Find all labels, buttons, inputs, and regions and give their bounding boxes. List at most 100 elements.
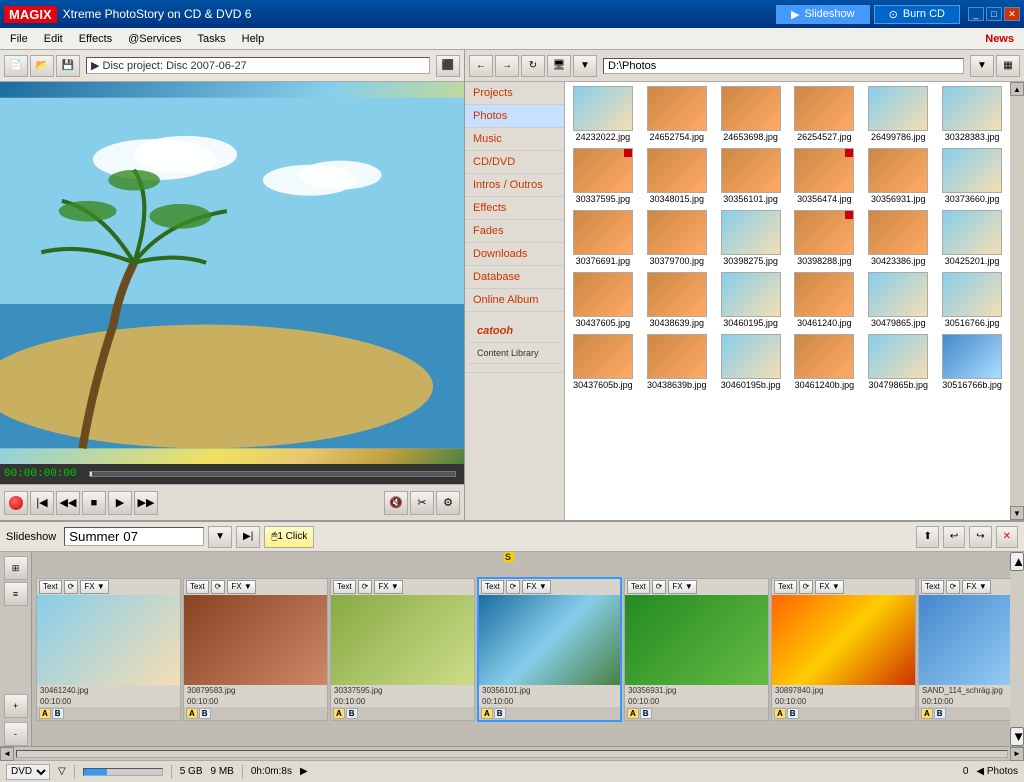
b-button[interactable]: B (52, 708, 64, 719)
category-downloads[interactable]: Downloads (465, 243, 564, 266)
file-item[interactable]: 24652754.jpg (641, 84, 713, 144)
browser-dropdown-button[interactable]: ▼ (573, 55, 597, 77)
save-button[interactable]: 💾 (56, 55, 80, 77)
file-item[interactable]: 30479865b.jpg (862, 332, 934, 392)
category-intros[interactable]: Intros / Outros (465, 174, 564, 197)
category-music[interactable]: Music (465, 128, 564, 151)
text-btn[interactable]: Text (774, 580, 797, 594)
file-item[interactable]: 30373660.jpg (936, 146, 1008, 206)
category-fades[interactable]: Fades (465, 220, 564, 243)
settings-button[interactable]: ⚙ (436, 491, 460, 515)
slideshow-name-input[interactable]: Summer 07 (64, 527, 204, 546)
path-bar[interactable]: D:\Photos (603, 58, 964, 74)
file-item[interactable]: 30376691.jpg (567, 208, 639, 268)
filmstrip-item[interactable]: Text ⟳ FX ▼ 30461240.jpg 00:10:00 A B (36, 578, 181, 721)
new-project-button[interactable]: 📄 (4, 55, 28, 77)
format-select[interactable]: DVD (6, 764, 50, 780)
close-button[interactable]: ✕ (1004, 7, 1020, 21)
scroll-up-button[interactable]: ▲ (1010, 82, 1024, 96)
oneclick-button[interactable]: 🖱 1 Click (264, 526, 314, 548)
rotate-btn[interactable]: ⟳ (946, 580, 961, 594)
browser-scrollbar[interactable]: ▲ ▼ (1010, 82, 1024, 520)
file-item[interactable]: 30425201.jpg (936, 208, 1008, 268)
fx-btn[interactable]: FX ▼ (962, 580, 990, 594)
a-button[interactable]: A (627, 708, 639, 719)
filmstrip-scroll-down[interactable]: ▼ (1010, 727, 1024, 746)
filmstrip-item[interactable]: Text ⟳ FX ▼ 30879583.jpg 00:10:00 A B (183, 578, 328, 721)
file-item[interactable]: 30438639b.jpg (641, 332, 713, 392)
filmstrip-scrollbar[interactable]: ▲ ▼ (1010, 552, 1024, 746)
file-item[interactable]: 30348015.jpg (641, 146, 713, 206)
scroll-left-button[interactable]: ◄ (0, 747, 14, 761)
file-item[interactable]: 30337595.jpg (567, 146, 639, 206)
stop-button[interactable]: ■ (82, 491, 106, 515)
file-item[interactable]: 30356474.jpg (789, 146, 861, 206)
file-item[interactable]: 30516766.jpg (936, 270, 1008, 330)
file-item[interactable]: 26254527.jpg (789, 84, 861, 144)
tab-burn-cd[interactable]: ⊙ Burn CD (874, 5, 960, 24)
timeline-play-icon[interactable]: ▶ (300, 766, 308, 777)
file-item[interactable]: 30438639.jpg (641, 270, 713, 330)
category-catooh[interactable]: catooh Content Library (465, 312, 564, 373)
rotate-btn[interactable]: ⟳ (64, 580, 79, 594)
file-item[interactable]: 30437605.jpg (567, 270, 639, 330)
rewind-button[interactable]: ◀◀ (56, 491, 80, 515)
category-photos[interactable]: Photos (465, 105, 564, 128)
file-item[interactable]: 30423386.jpg (862, 208, 934, 268)
a-button[interactable]: A (921, 708, 933, 719)
undo-button[interactable]: ↩ (943, 526, 965, 548)
browser-computer-button[interactable]: 🖥 (547, 55, 571, 77)
browser-back-button[interactable]: ← (469, 55, 493, 77)
text-btn[interactable]: Text (481, 580, 504, 594)
delete-slide-button[interactable]: ✕ (996, 526, 1018, 548)
browser-refresh-button[interactable]: ↻ (521, 55, 545, 77)
redo-button[interactable]: ↪ (969, 526, 991, 548)
file-item[interactable]: 30516766b.jpg (936, 332, 1008, 392)
fx-btn[interactable]: FX ▼ (815, 580, 843, 594)
record-button[interactable] (4, 491, 28, 515)
filmstrip-item[interactable]: Text ⟳ FX ▼ SAND_114_schräg.jpg 00:10:00… (918, 578, 1010, 721)
file-item[interactable]: 30437605b.jpg (567, 332, 639, 392)
filmstrip-item[interactable]: Text ⟳ FX ▼ 30356931.jpg 00:10:00 A B (624, 578, 769, 721)
b-button[interactable]: B (640, 708, 652, 719)
file-item[interactable]: 30461240.jpg (789, 270, 861, 330)
path-dropdown-button[interactable]: ▼ (970, 55, 994, 77)
fx-btn[interactable]: FX ▼ (522, 580, 550, 594)
zoom-out-button[interactable]: - (4, 722, 28, 746)
file-item[interactable]: 30461240b.jpg (789, 332, 861, 392)
file-item[interactable]: 30460195b.jpg (715, 332, 787, 392)
file-item[interactable]: 30460195.jpg (715, 270, 787, 330)
fx-btn[interactable]: FX ▼ (668, 580, 696, 594)
b-button[interactable]: B (346, 708, 358, 719)
filmstrip-bottom-scrollbar[interactable]: ◄ ► (0, 746, 1024, 760)
text-btn[interactable]: Text (627, 580, 650, 594)
preview-expand-button[interactable]: ⬛ (436, 55, 460, 77)
text-btn[interactable]: Text (921, 580, 944, 594)
file-item[interactable]: 30379700.jpg (641, 208, 713, 268)
zoom-in-button[interactable]: + (4, 694, 28, 718)
b-button[interactable]: B (934, 708, 946, 719)
progress-bar[interactable] (89, 471, 456, 477)
b-button[interactable]: B (199, 708, 211, 719)
tab-slideshow[interactable]: ▶ Slideshow (776, 5, 870, 24)
filmstrip-scroll-up[interactable]: ▲ (1010, 552, 1024, 571)
file-item[interactable]: 30398275.jpg (715, 208, 787, 268)
b-button[interactable]: B (787, 708, 799, 719)
open-button[interactable]: 📂 (30, 55, 54, 77)
menu-edit[interactable]: Edit (36, 31, 71, 47)
fast-forward-button[interactable]: ▶▶ (134, 491, 158, 515)
file-item[interactable]: 30398288.jpg (789, 208, 861, 268)
filmstrip-item[interactable]: Text ⟳ FX ▼ 30356101.jpg 00:10:00 A B (477, 577, 622, 722)
menu-tasks[interactable]: Tasks (190, 31, 234, 47)
fx-btn[interactable]: FX ▼ (374, 580, 402, 594)
a-button[interactable]: A (333, 708, 345, 719)
rotate-btn[interactable]: ⟳ (358, 580, 373, 594)
text-btn[interactable]: Text (39, 580, 62, 594)
menu-help[interactable]: Help (234, 31, 273, 47)
file-item[interactable]: 26499786.jpg (862, 84, 934, 144)
text-btn[interactable]: Text (186, 580, 209, 594)
slideshow-dropdown-button[interactable]: ▼ (208, 526, 232, 548)
file-item[interactable]: 30328383.jpg (936, 84, 1008, 144)
scroll-right-button[interactable]: ► (1010, 747, 1024, 761)
filmstrip-item[interactable]: Text ⟳ FX ▼ 30897840.jpg 00:10:00 A B (771, 578, 916, 721)
